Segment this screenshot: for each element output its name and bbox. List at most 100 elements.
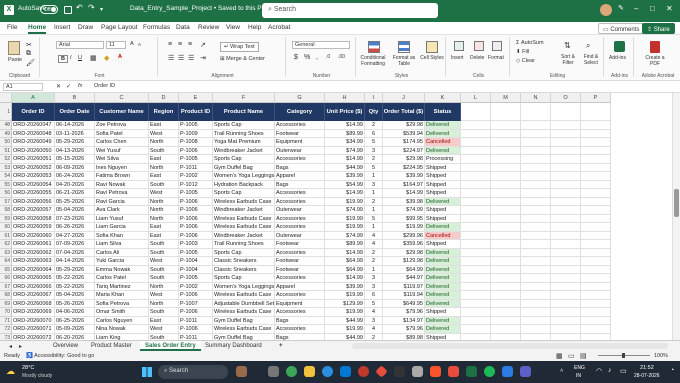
- table-cell-cust[interactable]: Liam Yusuf: [95, 214, 149, 223]
- row-header[interactable]: 67: [0, 282, 12, 291]
- row-header[interactable]: 68: [0, 291, 12, 300]
- table-cell-pid[interactable]: P-1006: [179, 223, 213, 232]
- empty-cell[interactable]: [551, 223, 581, 232]
- font-color-icon[interactable]: A: [118, 54, 122, 60]
- empty-cell[interactable]: [521, 129, 551, 138]
- table-cell-cust[interactable]: Carlos Patel: [95, 274, 149, 283]
- table-cell-status[interactable]: Delivered: [425, 325, 461, 334]
- table-cell-status[interactable]: Delivered: [425, 257, 461, 266]
- table-cell-id[interactable]: ORD-20260055: [12, 189, 55, 198]
- empty-cell[interactable]: [491, 163, 521, 172]
- table-cell-cust[interactable]: Carlos Nguyen: [95, 316, 149, 325]
- empty-cell[interactable]: [461, 240, 491, 249]
- app-icon-7[interactable]: [375, 365, 388, 378]
- empty-cell[interactable]: [491, 103, 521, 121]
- clock-time[interactable]: 21:52: [640, 365, 654, 371]
- empty-cell[interactable]: [551, 121, 581, 130]
- column-header-c[interactable]: C: [95, 93, 149, 103]
- table-cell-qty[interactable]: 1: [365, 206, 383, 215]
- table-cell-cat[interactable]: Accessories: [275, 325, 325, 334]
- table-cell-cat[interactable]: Equipment: [275, 138, 325, 147]
- table-cell-pname[interactable]: Classic Sneakers: [213, 265, 275, 274]
- table-cell-pname[interactable]: Sports Cap: [213, 248, 275, 257]
- table-cell-pname[interactable]: Gym Duffel Bag: [213, 163, 275, 172]
- maximize-icon[interactable]: □: [650, 4, 655, 13]
- table-cell-qty[interactable]: 4: [365, 240, 383, 249]
- cancel-icon[interactable]: ✕: [56, 83, 61, 90]
- table-cell-pname[interactable]: Sports Cap: [213, 121, 275, 130]
- empty-cell[interactable]: [551, 257, 581, 266]
- empty-cell[interactable]: [461, 257, 491, 266]
- table-cell-reg[interactable]: South: [149, 265, 179, 274]
- empty-cell[interactable]: [461, 325, 491, 334]
- table-cell-status[interactable]: Shipped: [425, 206, 461, 215]
- table-cell-status[interactable]: Delivered: [425, 299, 461, 308]
- table-cell-total[interactable]: $299.96: [383, 231, 425, 240]
- sort-filter-icon[interactable]: ⇅: [564, 41, 571, 50]
- addins-button-label[interactable]: Add-ins: [609, 55, 626, 61]
- table-cell-pname[interactable]: Trail Running Shoes: [213, 129, 275, 138]
- table-cell-reg[interactable]: North: [149, 163, 179, 172]
- clear-button[interactable]: ◇ Clear: [516, 58, 535, 64]
- empty-cell[interactable]: [461, 146, 491, 155]
- row-header[interactable]: 58: [0, 206, 12, 215]
- table-cell-qty[interactable]: 5: [365, 138, 383, 147]
- avatar[interactable]: [600, 4, 612, 16]
- row-header[interactable]: 64: [0, 257, 12, 266]
- empty-cell[interactable]: [461, 214, 491, 223]
- table-cell-reg[interactable]: North: [149, 197, 179, 206]
- table-cell-qty[interactable]: 1: [365, 265, 383, 274]
- table-cell-id[interactable]: ORD-20260060: [12, 231, 55, 240]
- app-icon-9[interactable]: [412, 366, 423, 377]
- table-cell-cust[interactable]: Sofia Khan: [95, 231, 149, 240]
- table-cell-pid[interactable]: P-1006: [179, 197, 213, 206]
- table-cell-date[interactable]: 04-20-2026: [55, 180, 95, 189]
- tab-file[interactable]: File: [7, 24, 17, 31]
- table-cell-qty[interactable]: 2: [365, 121, 383, 130]
- table-cell-reg[interactable]: West: [149, 257, 179, 266]
- table-cell-qty[interactable]: 3: [365, 282, 383, 291]
- empty-cell[interactable]: [581, 155, 611, 164]
- empty-cell[interactable]: [521, 291, 551, 300]
- empty-cell[interactable]: [521, 163, 551, 172]
- table-cell-price[interactable]: $89.99: [325, 240, 365, 249]
- empty-cell[interactable]: [491, 240, 521, 249]
- start-icon[interactable]: [142, 367, 152, 377]
- table-header-cat[interactable]: Category: [275, 103, 325, 121]
- table-cell-qty[interactable]: 4: [365, 308, 383, 317]
- table-cell-pid[interactable]: P-1005: [179, 248, 213, 257]
- empty-cell[interactable]: [581, 189, 611, 198]
- table-cell-cat[interactable]: Outerwear: [275, 231, 325, 240]
- table-cell-pid[interactable]: P-1004: [179, 257, 213, 266]
- table-cell-date[interactable]: 05-09-2026: [55, 325, 95, 334]
- table-cell-price[interactable]: $14.99: [325, 248, 365, 257]
- table-cell-qty[interactable]: 2: [365, 257, 383, 266]
- empty-cell[interactable]: [581, 240, 611, 249]
- table-cell-total[interactable]: $39.99: [383, 172, 425, 181]
- app-icon-15[interactable]: [520, 366, 531, 377]
- empty-cell[interactable]: [551, 206, 581, 215]
- copilot-icon[interactable]: ✎: [618, 4, 624, 12]
- table-cell-total[interactable]: $539.94: [383, 129, 425, 138]
- taskbar-search[interactable]: ⌕ Search: [158, 365, 228, 379]
- table-cell-cat[interactable]: Footwear: [275, 129, 325, 138]
- minimize-icon[interactable]: –: [634, 4, 638, 13]
- empty-cell[interactable]: [521, 155, 551, 164]
- table-cell-pname[interactable]: Gym Duffel Bag: [213, 316, 275, 325]
- column-header-n[interactable]: N: [521, 93, 551, 103]
- table-cell-cust[interactable]: Ravi Garcia: [95, 197, 149, 206]
- percent-icon[interactable]: %: [304, 54, 310, 61]
- tab-draw[interactable]: Draw: [78, 24, 93, 31]
- table-cell-date[interactable]: 04-06-2026: [55, 308, 95, 317]
- empty-cell[interactable]: [581, 299, 611, 308]
- table-cell-date[interactable]: 06-24-2026: [55, 172, 95, 181]
- table-cell-cat[interactable]: Outerwear: [275, 146, 325, 155]
- tab-review[interactable]: Review: [198, 24, 219, 31]
- table-cell-id[interactable]: ORD-20260051: [12, 155, 55, 164]
- table-header-qty[interactable]: Qty: [365, 103, 383, 121]
- row-header[interactable]: 54: [0, 172, 12, 181]
- tab-acrobat[interactable]: Acrobat: [268, 24, 290, 31]
- table-cell-pname[interactable]: Wireless Earbuds Case: [213, 214, 275, 223]
- empty-cell[interactable]: [551, 265, 581, 274]
- table-cell-price[interactable]: $19.99: [325, 223, 365, 232]
